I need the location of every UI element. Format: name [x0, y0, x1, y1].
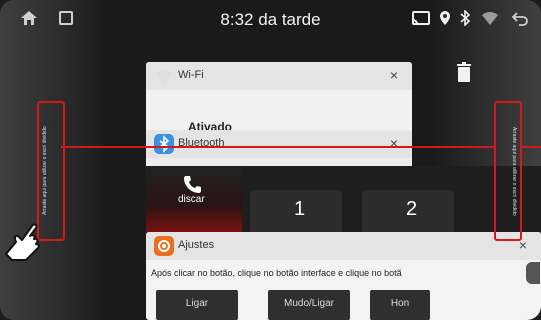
dial-key-2[interactable]: 2 [362, 190, 454, 234]
recent-card-settings[interactable]: Ajustes × Após clicar no botão, clique n… [146, 232, 541, 320]
card-header: Ajustes × [146, 232, 541, 260]
wifi-icon [481, 10, 499, 32]
bluetooth-icon [459, 9, 471, 32]
location-icon [439, 10, 451, 32]
android-screen: 8:32 da tarde Wi-Fi × Ativado Bluetooth … [0, 0, 541, 320]
back-icon[interactable] [511, 10, 528, 32]
card-title: Wi-Fi [178, 69, 204, 81]
hand-pointer-icon [0, 214, 44, 262]
status-bar: 8:32 da tarde [0, 0, 541, 44]
key-label: 1 [294, 198, 306, 220]
split-drop-zone-right[interactable]: Arraste aqui para utilizar o escri divid… [494, 101, 522, 241]
cast-icon [412, 10, 430, 32]
drag-guide-line [520, 146, 541, 148]
split-hint-text: Arraste aqui para utilizar o escri divid… [42, 126, 48, 216]
side-handle[interactable] [526, 262, 540, 284]
close-icon[interactable]: × [390, 135, 398, 151]
trash-icon[interactable] [456, 62, 472, 82]
split-hint-text: Arraste aqui para utilizar o escri divid… [511, 126, 517, 216]
recent-card-bluetooth[interactable]: Bluetooth × [146, 130, 412, 166]
card-header: Bluetooth × [146, 130, 412, 158]
bluetooth-app-icon [154, 134, 174, 154]
card-title: Ajustes [178, 239, 215, 251]
settings-instruction: Após clicar no botão, clique no botão in… [151, 268, 402, 278]
close-icon[interactable]: × [390, 67, 398, 83]
settings-app-icon [154, 236, 174, 256]
dial-key-1[interactable]: 1 [250, 190, 342, 234]
ligar-button[interactable]: Ligar [156, 290, 238, 320]
wifi-app-icon [154, 66, 174, 86]
drag-guide-line [61, 146, 495, 148]
key-label: 2 [406, 198, 418, 220]
hon-button[interactable]: Hon [370, 290, 430, 320]
mute-ligar-button[interactable]: Mudo/Ligar [268, 290, 350, 320]
card-header: Wi-Fi × [146, 62, 412, 90]
phone-app-preview: discar 1 2 [146, 166, 541, 234]
dial-tile[interactable]: discar [146, 166, 242, 232]
dial-label: discar [178, 194, 205, 205]
